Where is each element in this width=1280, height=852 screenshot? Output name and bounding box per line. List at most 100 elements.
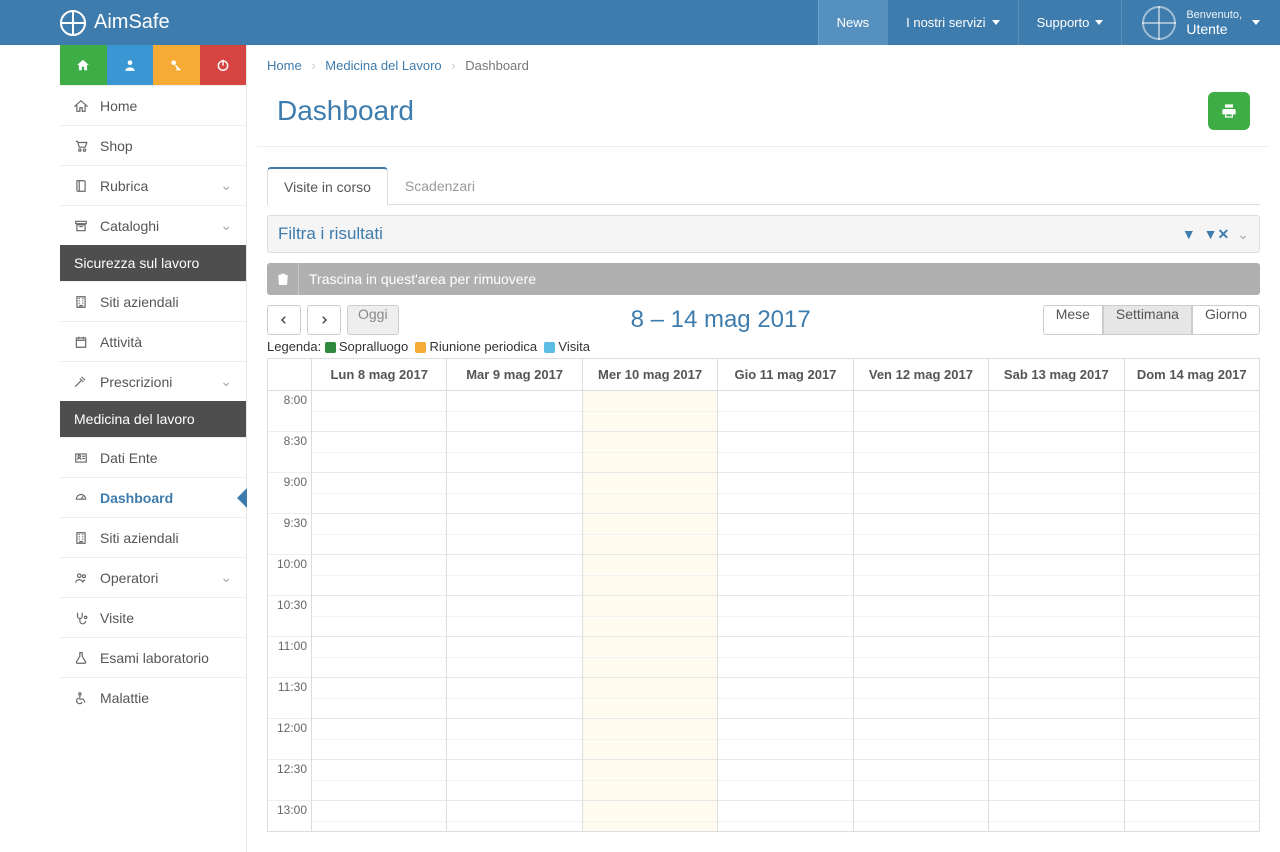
user-text: Benvenuto, Utente	[1186, 9, 1242, 37]
tab-scadenzari[interactable]: Scadenzari	[388, 167, 492, 204]
chevron-down-icon	[1095, 20, 1103, 25]
sidebar-item-shop[interactable]: Shop	[60, 125, 246, 165]
sidebar-item-label: Visite	[100, 610, 134, 626]
trash-icon	[267, 263, 299, 295]
chevron-down-icon[interactable]: ⌄	[1237, 226, 1249, 243]
time-label: 12:30	[268, 760, 311, 801]
breadcrumb-home[interactable]: Home	[267, 58, 302, 73]
cart-icon	[74, 139, 90, 153]
calendar-grid: Lun 8 mag 2017Mar 9 mag 2017Mer 10 mag 2…	[267, 358, 1260, 832]
sidebar-item-prescrizioni[interactable]: Prescrizioni⌄	[60, 361, 246, 401]
sidebar-item-malattie[interactable]: Malattie	[60, 677, 246, 717]
sidebar: HomeShopRubrica⌄Cataloghi⌄ Sicurezza sul…	[0, 45, 247, 852]
sidebar-item-visite[interactable]: Visite	[60, 597, 246, 637]
power-quick-button[interactable]	[200, 45, 247, 85]
calendar-title: 8 – 14 mag 2017	[399, 306, 1043, 334]
steth-icon	[74, 611, 90, 625]
time-label: 8:00	[268, 391, 311, 432]
sidebar-item-siti-aziendali[interactable]: Siti aziendali	[60, 281, 246, 321]
nav-supporto[interactable]: Supporto	[1018, 0, 1122, 45]
nav-servizi[interactable]: I nostri servizi	[887, 0, 1017, 45]
view-month[interactable]: Mese	[1043, 305, 1103, 335]
view-week[interactable]: Settimana	[1103, 305, 1192, 335]
sidebar-item-label: Siti aziendali	[100, 530, 179, 546]
day-column[interactable]	[312, 391, 447, 831]
time-label: 10:00	[268, 555, 311, 596]
brand-name: AimSafe	[94, 11, 170, 34]
sidebar-item-siti-aziendali[interactable]: Siti aziendali	[60, 517, 246, 557]
sidebar-item-label: Operatori	[100, 570, 158, 586]
users-icon	[74, 571, 90, 585]
filter-icon[interactable]: ▼	[1182, 226, 1196, 243]
building-icon	[74, 295, 90, 309]
time-label: 13:00	[268, 801, 311, 831]
logo-area: AimSafe	[0, 10, 185, 36]
tab-visite[interactable]: Visite in corso	[267, 167, 388, 205]
view-switcher: Mese Settimana Giorno	[1043, 305, 1260, 335]
user-menu[interactable]: Benvenuto, Utente	[1121, 0, 1280, 45]
sidebar-item-cataloghi[interactable]: Cataloghi⌄	[60, 205, 246, 245]
day-column[interactable]	[583, 391, 718, 831]
sidebar-item-attività[interactable]: Attività	[60, 321, 246, 361]
wheelchair-icon	[74, 691, 90, 705]
day-header: Mer 10 mag 2017	[583, 359, 718, 390]
chevron-down-icon: ⌄	[220, 569, 232, 586]
key-quick-button[interactable]	[153, 45, 200, 85]
sidebar-item-label: Shop	[100, 138, 133, 154]
prev-button[interactable]	[267, 305, 301, 335]
sidebar-header-sicurezza: Sicurezza sul lavoro	[60, 245, 246, 281]
calendar-icon	[74, 335, 90, 349]
day-column[interactable]	[1125, 391, 1259, 831]
sidebar-item-label: Siti aziendali	[100, 294, 179, 310]
sidebar-item-home[interactable]: Home	[60, 85, 246, 125]
sidebar-item-dashboard[interactable]: Dashboard	[60, 477, 246, 517]
idcard-icon	[74, 451, 90, 465]
sidebar-item-label: Home	[100, 98, 137, 114]
time-label: 9:30	[268, 514, 311, 555]
sidebar-item-label: Cataloghi	[100, 218, 159, 234]
home-quick-button[interactable]	[60, 45, 107, 85]
chevron-down-icon: ⌄	[220, 373, 232, 390]
chevron-down-icon	[992, 20, 1000, 25]
breadcrumb-mid[interactable]: Medicina del Lavoro	[325, 58, 441, 73]
home-icon	[74, 99, 90, 113]
day-column[interactable]	[718, 391, 853, 831]
sidebar-item-label: Esami laboratorio	[100, 650, 209, 666]
building-icon	[74, 531, 90, 545]
calendar-legend: Legenda: Sopralluogo Riunione periodica …	[267, 339, 1260, 354]
breadcrumb: Home › Medicina del Lavoro › Dashboard	[247, 45, 1280, 86]
remove-dropzone[interactable]: Trascina in quest'area per rimuovere	[267, 263, 1260, 295]
page-title: Dashboard	[277, 95, 414, 127]
print-button[interactable]	[1208, 92, 1250, 130]
day-header: Dom 14 mag 2017	[1125, 359, 1259, 390]
sidebar-item-label: Dashboard	[100, 490, 173, 506]
sidebar-item-esami-laboratorio[interactable]: Esami laboratorio	[60, 637, 246, 677]
filter-clear-icon[interactable]: ▼✕	[1204, 226, 1230, 243]
sidebar-item-dati-ente[interactable]: Dati Ente	[60, 437, 246, 477]
nav-news[interactable]: News	[818, 0, 888, 45]
tabs: Visite in corso Scadenzari	[267, 167, 1260, 205]
next-button[interactable]	[307, 305, 341, 335]
logo-icon	[60, 10, 86, 36]
day-column[interactable]	[854, 391, 989, 831]
time-label: 10:30	[268, 596, 311, 637]
day-header: Mar 9 mag 2017	[447, 359, 582, 390]
day-column[interactable]	[447, 391, 582, 831]
day-header: Sab 13 mag 2017	[989, 359, 1124, 390]
breadcrumb-current: Dashboard	[465, 58, 529, 73]
sidebar-header-medicina: Medicina del lavoro	[60, 401, 246, 437]
sidebar-item-label: Malattie	[100, 690, 149, 706]
time-label: 12:00	[268, 719, 311, 760]
today-button[interactable]: Oggi	[347, 305, 399, 335]
filter-bar[interactable]: Filtra i risultati ▼ ▼✕ ⌄	[267, 215, 1260, 253]
calendar-controls: Oggi 8 – 14 mag 2017 Mese Settimana Gior…	[267, 305, 1260, 335]
day-header: Gio 11 mag 2017	[718, 359, 853, 390]
sidebar-item-operatori[interactable]: Operatori ⌄	[60, 557, 246, 597]
sidebar-item-rubrica[interactable]: Rubrica⌄	[60, 165, 246, 205]
user-quick-button[interactable]	[107, 45, 154, 85]
print-icon	[1221, 103, 1237, 119]
day-column[interactable]	[989, 391, 1124, 831]
view-day[interactable]: Giorno	[1192, 305, 1260, 335]
time-label: 8:30	[268, 432, 311, 473]
avatar-icon	[1142, 6, 1176, 40]
